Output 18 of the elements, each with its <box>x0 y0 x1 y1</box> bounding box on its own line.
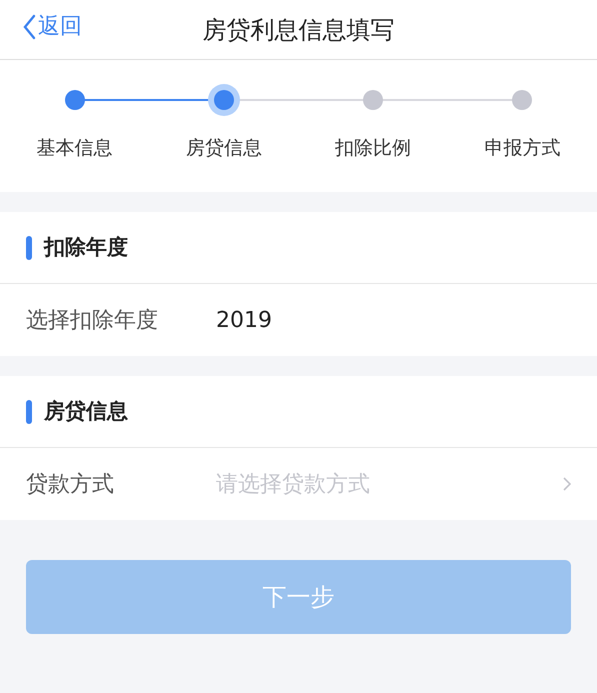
step-label: 房贷信息 <box>186 136 262 161</box>
section-marker <box>26 400 32 424</box>
section-title: 房贷信息 <box>44 398 128 425</box>
back-button[interactable]: 返回 <box>22 10 82 43</box>
chevron-right-icon <box>563 477 571 491</box>
section-marker <box>26 236 32 260</box>
step-label: 扣除比例 <box>335 136 412 161</box>
step-label: 申报方式 <box>484 136 560 161</box>
section-title: 扣除年度 <box>44 234 128 261</box>
field-label: 选择扣除年度 <box>26 306 159 334</box>
field-placeholder: 请选择贷款方式 <box>216 470 370 498</box>
step-label: 基本信息 <box>36 136 113 161</box>
page-title: 房贷利息信息填写 <box>202 14 394 46</box>
field-value: 2019 <box>216 306 272 334</box>
form-row[interactable]: 选择扣除年度 2019 <box>0 284 597 356</box>
back-chevron-icon <box>22 14 36 40</box>
form-row[interactable]: 贷款方式 请选择贷款方式 <box>0 448 597 520</box>
field-label: 贷款方式 <box>26 470 115 498</box>
